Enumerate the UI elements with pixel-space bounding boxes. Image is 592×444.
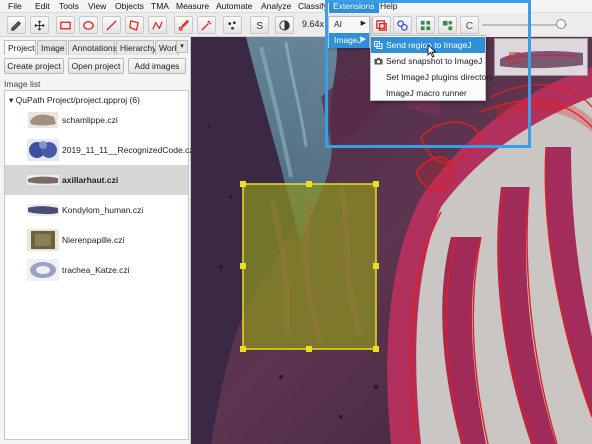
add-images-button[interactable]: Add images — [128, 58, 186, 74]
tree-toggle-icon[interactable]: ▾ — [9, 95, 13, 105]
menu-measure[interactable]: Measure — [176, 1, 209, 11]
menu-objects[interactable]: Objects — [115, 1, 144, 11]
polyline-tool-button[interactable] — [148, 16, 167, 34]
brightness-contrast-icon — [279, 19, 290, 31]
menu-analyze[interactable]: Analyze — [261, 1, 291, 11]
ellipse-icon — [83, 20, 94, 30]
create-project-button[interactable]: Create project — [4, 58, 64, 74]
project-panel: Project Image Annotations Hierarchy Work… — [0, 37, 195, 444]
image-list-item[interactable]: 2019_11_11__RecognizedCode.czi — [5, 135, 195, 165]
image-name: trachea_Katze.czi — [62, 265, 130, 275]
highlight-frame — [325, 0, 531, 148]
image-name: axillarhaut.czi — [62, 175, 119, 185]
menu-tma[interactable]: TMA — [151, 1, 169, 11]
rectangle-icon — [60, 21, 71, 29]
line-icon — [106, 19, 117, 31]
brush-tool-button[interactable] — [174, 16, 193, 34]
svg-text:S: S — [256, 21, 263, 32]
selection-mode-icon: S — [256, 21, 263, 32]
image-list: ▾ QuPath Project/project.qpproj (6) scha… — [4, 90, 195, 440]
image-list-item[interactable]: schamlippe.czi — [5, 105, 188, 135]
image-list-item[interactable]: Kondylom_human.czi — [5, 195, 188, 225]
points-icon — [228, 20, 236, 30]
project-root-label: QuPath Project/project.qpproj (6) — [15, 95, 140, 105]
menu-tools[interactable]: Tools — [59, 1, 79, 11]
points-tool-button[interactable] — [223, 16, 242, 34]
image-name: schamlippe.czi — [62, 115, 118, 125]
wand-tool-button[interactable] — [197, 16, 216, 34]
image-list-item-selected[interactable]: axillarhaut.czi — [5, 165, 188, 195]
move-hand-button[interactable] — [30, 16, 49, 34]
polygon-tool-button[interactable] — [125, 16, 144, 34]
tab-menu-button[interactable]: ▾ — [176, 40, 188, 53]
image-list-item[interactable]: Nierenpapille.czi — [5, 225, 188, 255]
menu-classify[interactable]: Classify — [298, 1, 328, 11]
image-thumbnail — [27, 199, 59, 221]
mouse-cursor-icon — [427, 44, 437, 58]
image-thumbnail — [27, 139, 59, 161]
selection-mode-button[interactable]: S — [250, 16, 269, 34]
image-list-item[interactable]: trachea_Katze.czi — [5, 255, 188, 285]
polygon-icon — [129, 19, 139, 31]
image-thumbnail — [27, 169, 59, 191]
wand-icon — [201, 20, 212, 31]
ellipse-tool-button[interactable] — [79, 16, 98, 34]
image-thumbnail — [27, 259, 59, 281]
menu-file[interactable]: File — [8, 1, 22, 11]
brush-icon — [178, 19, 189, 31]
image-name: Nierenpapille.czi — [62, 235, 125, 245]
menu-automate[interactable]: Automate — [216, 1, 252, 11]
open-project-button[interactable]: Open project — [68, 58, 124, 74]
menu-view[interactable]: View — [88, 1, 106, 11]
rectangle-annotation[interactable] — [240, 181, 379, 352]
line-tool-button[interactable] — [102, 16, 121, 34]
image-thumbnail — [27, 229, 59, 251]
move-icon — [11, 20, 22, 31]
zoom-slider-knob[interactable] — [556, 19, 566, 29]
image-name: Kondylom_human.czi — [62, 205, 144, 215]
menu-edit[interactable]: Edit — [35, 1, 50, 11]
hand-icon — [34, 20, 45, 30]
image-name: 2019_11_11__RecognizedCode.czi — [62, 145, 196, 155]
polyline-icon — [152, 20, 163, 30]
zoom-level: 9.64x — [302, 19, 325, 29]
tab-image[interactable]: Image — [37, 40, 67, 55]
brightness-contrast-button[interactable] — [275, 16, 294, 34]
tab-hierarchy[interactable]: Hierarchy — [116, 40, 156, 55]
rectangle-tool-button[interactable] — [56, 16, 75, 34]
tab-project[interactable]: Project — [4, 40, 36, 55]
image-thumbnail — [27, 109, 59, 131]
move-tool-button[interactable] — [7, 16, 26, 34]
image-list-title: Image list — [4, 79, 41, 89]
tab-annotations[interactable]: Annotations — [68, 40, 117, 55]
